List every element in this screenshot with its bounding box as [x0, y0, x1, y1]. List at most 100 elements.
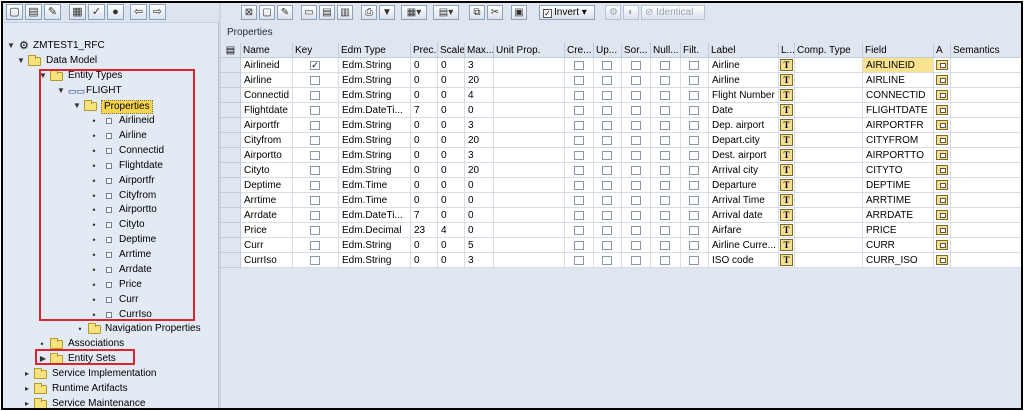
filterable-checkbox[interactable]	[689, 226, 699, 235]
cell-semantics[interactable]	[951, 223, 1021, 238]
nullable-checkbox[interactable]	[660, 91, 670, 100]
updatable-checkbox[interactable]	[602, 136, 612, 145]
column-header-key[interactable]: Key	[293, 43, 339, 58]
updatable-checkbox[interactable]	[602, 166, 612, 175]
cell-label[interactable]: Date	[709, 103, 779, 118]
cell-scale[interactable]: 0	[438, 178, 465, 193]
text-type-icon[interactable]: T	[780, 209, 793, 221]
cell-unit-property[interactable]	[494, 133, 565, 148]
table-row[interactable]: Airportto Edm.String 0 0 3 Dest. airport T AIRP…	[221, 148, 1021, 163]
filterable-checkbox[interactable]	[689, 196, 699, 205]
cell-field[interactable]: AIRPORTTO	[863, 148, 934, 163]
filter-icon[interactable]: ▼	[379, 5, 395, 20]
table-row[interactable]: Flightdate Edm.DateTi... 7 0 0 Date T FLIGHTDAT…	[221, 103, 1021, 118]
updatable-checkbox[interactable]	[602, 241, 612, 250]
cell-semantics[interactable]	[951, 73, 1021, 88]
column-header-precision[interactable]: Prec.	[411, 43, 438, 58]
expand-arrow-icon[interactable]: ▸	[23, 397, 31, 408]
cell-precision[interactable]: 0	[411, 73, 438, 88]
cell-precision[interactable]: 0	[411, 58, 438, 73]
cell-max-length[interactable]: 4	[465, 88, 494, 103]
tree-node-runtime-artifacts[interactable]: ▸ Runtime Artifacts	[23, 382, 213, 396]
table-settings-icon[interactable]: ▤	[221, 43, 241, 58]
cell-field[interactable]: CURR	[863, 238, 934, 253]
edit-icon[interactable]: ✎	[277, 5, 293, 20]
creatable-checkbox[interactable]	[574, 181, 584, 190]
table-row[interactable]: Connectid Edm.String 0 0 4 Flight Number T CONN…	[221, 88, 1021, 103]
nullable-checkbox[interactable]	[660, 181, 670, 190]
cell-complex-type[interactable]	[795, 238, 863, 253]
row-selector[interactable]	[221, 178, 241, 193]
creatable-checkbox[interactable]	[574, 196, 584, 205]
cell-max-length[interactable]: 0	[465, 193, 494, 208]
row-selector[interactable]	[221, 223, 241, 238]
select-all-icon[interactable]: ⊠	[241, 5, 257, 20]
row-selector[interactable]	[221, 133, 241, 148]
updatable-checkbox[interactable]	[602, 226, 612, 235]
cell-field[interactable]: AIRPORTFR	[863, 118, 934, 133]
key-checkbox[interactable]	[310, 151, 320, 160]
nullable-checkbox[interactable]	[660, 196, 670, 205]
cell-edm-type[interactable]: Edm.String	[339, 238, 411, 253]
value-help-icon[interactable]	[936, 105, 948, 115]
key-checkbox[interactable]	[310, 136, 320, 145]
table-row[interactable]: Price Edm.Decimal 23 4 0 Airfare T PRICE	[221, 223, 1021, 238]
settings-icon[interactable]: ▦	[69, 4, 86, 20]
key-checkbox[interactable]	[310, 91, 320, 100]
edit-pencil-icon[interactable]: ✎	[44, 4, 61, 20]
filterable-checkbox[interactable]	[689, 106, 699, 115]
cell-unit-property[interactable]	[494, 118, 565, 133]
filterable-checkbox[interactable]	[689, 61, 699, 70]
cell-precision[interactable]: 0	[411, 133, 438, 148]
cell-complex-type[interactable]	[795, 163, 863, 178]
cell-edm-type[interactable]: Edm.Time	[339, 178, 411, 193]
paste-icon[interactable]: ▣	[511, 5, 527, 20]
cell-edm-type[interactable]: Edm.DateTi...	[339, 208, 411, 223]
cell-field[interactable]: CITYTO	[863, 163, 934, 178]
key-checkbox[interactable]	[310, 241, 320, 250]
cell-label[interactable]: Arrival Time	[709, 193, 779, 208]
table-row[interactable]: Cityto Edm.String 0 0 20 Arrival city T CITYTO	[221, 163, 1021, 178]
view-dropdown-icon[interactable]: ▤▾	[433, 5, 459, 20]
cell-name[interactable]: CurrIso	[241, 253, 293, 268]
row-selector[interactable]	[221, 208, 241, 223]
column-header-semantics[interactable]: Semantics	[951, 43, 1021, 58]
cell-scale[interactable]: 0	[438, 88, 465, 103]
cell-max-length[interactable]: 5	[465, 238, 494, 253]
cell-name[interactable]: Cityfrom	[241, 133, 293, 148]
cell-name[interactable]: Connectid	[241, 88, 293, 103]
cell-field[interactable]: ARRDATE	[863, 208, 934, 223]
row-selector[interactable]	[221, 88, 241, 103]
cell-semantics[interactable]	[951, 58, 1021, 73]
nullable-checkbox[interactable]	[660, 121, 670, 130]
column-header-complex-type[interactable]: Comp. Type	[795, 43, 863, 58]
cell-unit-property[interactable]	[494, 103, 565, 118]
cell-max-length[interactable]: 3	[465, 253, 494, 268]
insert-row-icon[interactable]: ▥	[337, 5, 353, 20]
creatable-checkbox[interactable]	[574, 121, 584, 130]
filterable-checkbox[interactable]	[689, 136, 699, 145]
cell-scale[interactable]: 0	[438, 208, 465, 223]
cell-name[interactable]: Airportto	[241, 148, 293, 163]
nullable-checkbox[interactable]	[660, 226, 670, 235]
updatable-checkbox[interactable]	[602, 151, 612, 160]
cell-unit-property[interactable]	[494, 178, 565, 193]
open-folder-icon[interactable]: ▤	[25, 4, 42, 20]
column-header-label-type[interactable]: L...	[779, 43, 795, 58]
cell-precision[interactable]: 0	[411, 253, 438, 268]
row-selector[interactable]	[221, 253, 241, 268]
cell-max-length[interactable]: 0	[465, 208, 494, 223]
copy-icon[interactable]: ⧉	[469, 5, 485, 20]
column-header-unit-property[interactable]: Unit Prop.	[494, 43, 565, 58]
sortable-checkbox[interactable]	[631, 121, 641, 130]
cell-label[interactable]: Airline	[709, 73, 779, 88]
cell-semantics[interactable]	[951, 163, 1021, 178]
nullable-checkbox[interactable]	[660, 61, 670, 70]
text-type-icon[interactable]: T	[780, 104, 793, 116]
creatable-checkbox[interactable]	[574, 256, 584, 265]
create-row-icon[interactable]: ▭	[301, 5, 317, 20]
filterable-checkbox[interactable]	[689, 256, 699, 265]
cell-unit-property[interactable]	[494, 238, 565, 253]
row-selector[interactable]	[221, 118, 241, 133]
value-help-icon[interactable]	[936, 90, 948, 100]
